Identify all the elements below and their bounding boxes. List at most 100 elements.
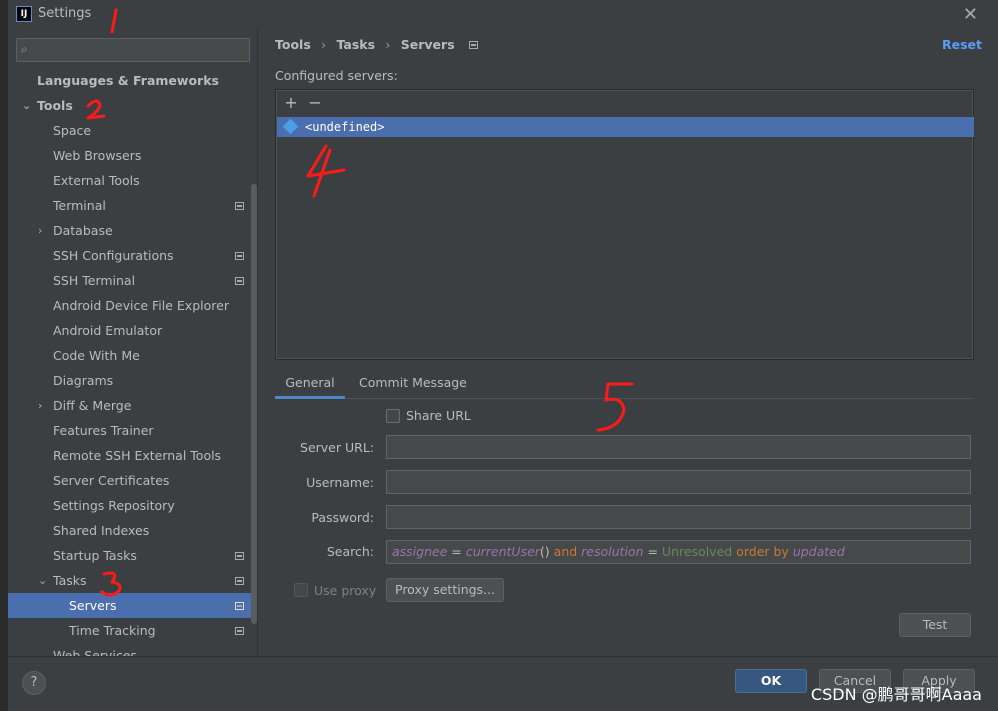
username-label: Username: xyxy=(306,475,374,490)
project-settings-icon xyxy=(235,552,244,560)
sidebar-item-label: Tasks xyxy=(53,573,87,588)
sidebar-item-server-certificates[interactable]: Server Certificates xyxy=(8,468,257,493)
project-settings-icon xyxy=(235,252,244,260)
query-token: Unresolved xyxy=(661,544,737,559)
sidebar-item-ssh-terminal[interactable]: SSH Terminal xyxy=(8,268,257,293)
proxy-settings-button[interactable]: Proxy settings... xyxy=(386,578,504,602)
query-token: () xyxy=(539,544,554,559)
test-button[interactable]: Test xyxy=(899,613,971,637)
query-token: = xyxy=(643,544,662,559)
title-bar: IJ Settings ✕ xyxy=(8,0,998,28)
dialog-footer: ? OK Cancel Apply CSDN @鹏哥哥啊Aaaa xyxy=(8,656,998,711)
sidebar-item-remote-ssh-external-tools[interactable]: Remote SSH External Tools xyxy=(8,443,257,468)
sidebar-item-label: Android Emulator xyxy=(53,323,163,338)
share-url-checkbox[interactable] xyxy=(386,409,400,423)
query-token: currentUser xyxy=(465,544,540,559)
sidebar-item-label: SSH Terminal xyxy=(53,273,136,288)
query-token: resolution xyxy=(581,544,644,559)
sidebar-item-label: Terminal xyxy=(53,198,106,213)
sidebar-item-languages-frameworks[interactable]: Languages & Frameworks xyxy=(8,68,257,93)
sidebar-item-terminal[interactable]: Terminal xyxy=(8,193,257,218)
sidebar-item-label: Servers xyxy=(69,598,117,613)
breadcrumb-tasks: Tasks xyxy=(336,37,376,52)
close-icon[interactable]: ✕ xyxy=(963,4,978,25)
chevron-down-icon[interactable]: ⌄ xyxy=(38,568,50,593)
project-settings-icon xyxy=(235,577,244,585)
password-field[interactable] xyxy=(386,505,971,529)
add-server-button[interactable]: + xyxy=(282,94,300,112)
server-type-icon xyxy=(282,118,299,135)
search-query-field[interactable]: assignee = currentUser() and resolution … xyxy=(386,540,971,564)
sidebar-item-label: Web Browsers xyxy=(53,148,142,163)
sidebar-item-tools[interactable]: ⌄ Tools xyxy=(8,93,257,118)
query-token: assignee xyxy=(392,544,448,559)
password-label: Password: xyxy=(311,510,374,525)
sidebar-item-space[interactable]: Space xyxy=(8,118,257,143)
use-proxy-label: Use proxy xyxy=(314,583,377,598)
configured-servers-label: Configured servers: xyxy=(275,68,398,83)
sidebar-item-code-with-me[interactable]: Code With Me xyxy=(8,343,257,368)
breadcrumb-separator: › xyxy=(385,37,391,52)
sidebar-item-startup-tasks[interactable]: Startup Tasks xyxy=(8,543,257,568)
sidebar-item-tasks[interactable]: ⌄ Tasks xyxy=(8,568,257,593)
project-settings-icon xyxy=(469,41,479,49)
sidebar-item-settings-repository[interactable]: Settings Repository xyxy=(8,493,257,518)
ok-button[interactable]: OK xyxy=(735,669,807,693)
tab-commit-message[interactable]: Commit Message xyxy=(359,369,467,399)
sidebar-item-label: Server Certificates xyxy=(53,473,170,488)
server-name: <undefined> xyxy=(305,120,385,134)
sidebar-item-label: Languages & Frameworks xyxy=(37,73,219,88)
server-list-item[interactable]: <undefined> xyxy=(277,117,974,137)
sidebar-item-label: SSH Configurations xyxy=(53,248,174,263)
username-field[interactable] xyxy=(386,470,971,494)
sidebar-scrollbar[interactable] xyxy=(251,184,257,624)
sidebar-item-android-emulator[interactable]: Android Emulator xyxy=(8,318,257,343)
help-button[interactable]: ? xyxy=(22,671,46,695)
sidebar-item-android-device-file-explorer[interactable]: Android Device File Explorer xyxy=(8,293,257,318)
csdn-watermark: CSDN @鹏哥哥啊Aaaa xyxy=(810,685,982,704)
tab-general[interactable]: General xyxy=(275,369,345,399)
servers-list-panel: + − <undefined> xyxy=(275,89,974,360)
server-url-label: Server URL: xyxy=(300,440,374,455)
search-query-text: assignee = currentUser() and resolution … xyxy=(392,544,845,559)
search-icon: ⌕ xyxy=(21,42,28,56)
sidebar-item-label: Space xyxy=(53,123,92,138)
sidebar-item-label: Time Tracking xyxy=(69,623,156,638)
query-token: = xyxy=(447,544,466,559)
sidebar-item-shared-indexes[interactable]: Shared Indexes xyxy=(8,518,257,543)
sidebar-item-label: Diff & Merge xyxy=(53,398,132,413)
reset-link[interactable]: Reset xyxy=(942,37,982,52)
sidebar-item-diagrams[interactable]: Diagrams xyxy=(8,368,257,393)
sidebar-item-label: Startup Tasks xyxy=(53,548,137,563)
sidebar-item-label: Code With Me xyxy=(53,348,140,363)
settings-sidebar: ⌕ Languages & Frameworks ⌄ Tools Space We… xyxy=(8,28,258,656)
settings-tree: Languages & Frameworks ⌄ Tools Space Web … xyxy=(8,68,257,656)
sidebar-item-web-browsers[interactable]: Web Browsers xyxy=(8,143,257,168)
settings-search-input[interactable]: ⌕ xyxy=(16,38,250,62)
sidebar-item-label: Android Device File Explorer xyxy=(53,298,229,313)
project-settings-icon xyxy=(235,202,244,210)
breadcrumb: Tools › Tasks › Servers xyxy=(275,37,484,52)
sidebar-item-servers[interactable]: Servers xyxy=(8,593,257,618)
sidebar-item-features-trainer[interactable]: Features Trainer xyxy=(8,418,257,443)
sidebar-item-database[interactable]: › Database xyxy=(8,218,257,243)
use-proxy-checkbox[interactable] xyxy=(294,583,308,597)
breadcrumb-separator: › xyxy=(321,37,327,52)
sidebar-item-label: Web Services xyxy=(53,648,137,656)
query-token: updated xyxy=(792,544,845,559)
share-url-label: Share URL xyxy=(406,408,471,423)
server-url-field[interactable] xyxy=(386,435,971,459)
sidebar-item-label: External Tools xyxy=(53,173,140,188)
breadcrumb-servers: Servers xyxy=(400,37,455,52)
chevron-down-icon[interactable]: ⌄ xyxy=(22,93,34,118)
sidebar-item-external-tools[interactable]: External Tools xyxy=(8,168,257,193)
chevron-right-icon[interactable]: › xyxy=(38,393,50,418)
sidebar-item-ssh-configurations[interactable]: SSH Configurations xyxy=(8,243,257,268)
sidebar-item-time-tracking[interactable]: Time Tracking xyxy=(8,618,257,643)
servers-settings-panel: Tools › Tasks › Servers Reset Configured… xyxy=(266,28,998,656)
sidebar-item-diff-merge[interactable]: › Diff & Merge xyxy=(8,393,257,418)
chevron-right-icon[interactable]: › xyxy=(38,218,50,243)
remove-server-button[interactable]: − xyxy=(306,94,324,112)
project-settings-icon xyxy=(235,602,244,610)
sidebar-item-web-services[interactable]: Web Services xyxy=(8,643,257,656)
